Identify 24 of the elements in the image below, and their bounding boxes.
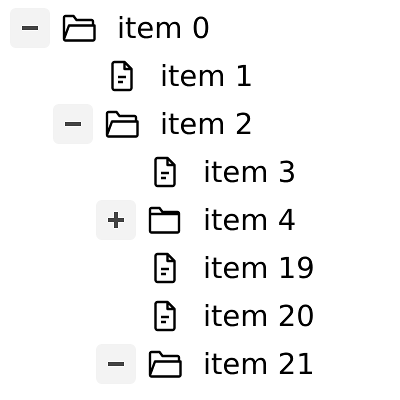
open-folder-icon bbox=[104, 109, 140, 139]
open-folder-icon bbox=[61, 13, 97, 43]
minus-icon bbox=[22, 26, 38, 30]
tree-item-label[interactable]: item 3 bbox=[203, 155, 296, 189]
open-folder-icon bbox=[147, 349, 183, 379]
collapse-button[interactable] bbox=[10, 8, 50, 48]
folder-icon bbox=[147, 205, 183, 235]
tree-item-label[interactable]: item 2 bbox=[160, 107, 254, 141]
tree-item-label[interactable]: item 1 bbox=[160, 59, 254, 93]
file-icon bbox=[153, 300, 177, 332]
plus-icon bbox=[106, 210, 126, 230]
tree-item-label[interactable]: item 4 bbox=[203, 203, 296, 237]
minus-icon bbox=[65, 122, 81, 126]
file-icon bbox=[153, 156, 177, 188]
collapse-button[interactable] bbox=[53, 104, 93, 144]
tree-item-label[interactable]: item 19 bbox=[203, 251, 315, 285]
file-icon bbox=[153, 252, 177, 284]
tree-item-label[interactable]: item 21 bbox=[203, 347, 315, 381]
expand-button[interactable] bbox=[96, 200, 136, 240]
tree-item-label[interactable]: item 20 bbox=[203, 299, 315, 333]
file-icon bbox=[110, 60, 134, 92]
collapse-button[interactable] bbox=[96, 344, 136, 384]
minus-icon bbox=[108, 362, 124, 366]
tree-item-label[interactable]: item 0 bbox=[117, 11, 210, 45]
